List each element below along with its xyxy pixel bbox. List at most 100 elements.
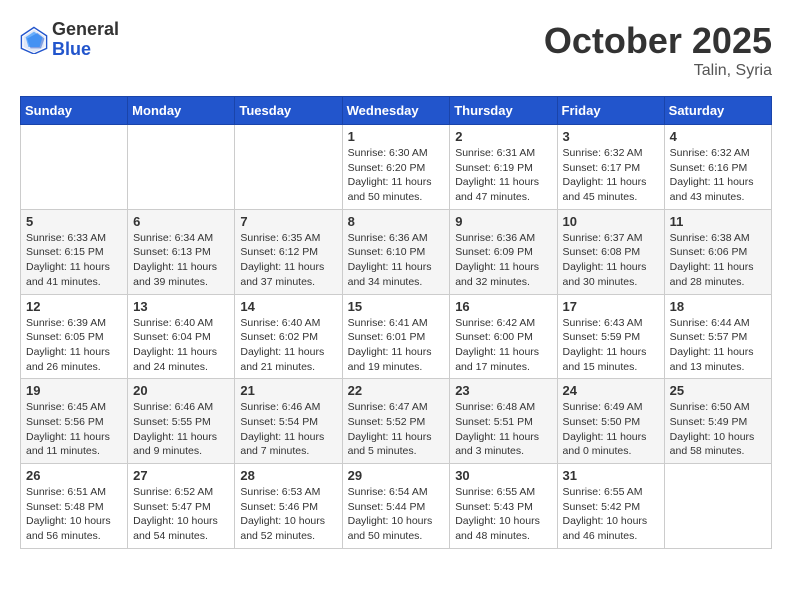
location: Talin, Syria (544, 62, 772, 80)
calendar-cell: 4 Sunrise: 6:32 AMSunset: 6:16 PMDaylight… (664, 125, 771, 210)
calendar-cell (235, 125, 342, 210)
calendar-cell: 29Sunrise: 6:54 AMSunset: 5:44 PMDayligh… (342, 464, 450, 549)
calendar-cell: 7 Sunrise: 6:35 AMSunset: 6:12 PMDaylight… (235, 209, 342, 294)
day-number: 2 (455, 129, 551, 144)
day-info: Sunrise: 6:39 AMSunset: 6:05 PMDaylight:… (26, 316, 122, 375)
day-info: Sunrise: 6:37 AMSunset: 6:08 PMDaylight:… (563, 231, 659, 290)
calendar-cell (128, 125, 235, 210)
calendar-week-row: 19Sunrise: 6:45 AMSunset: 5:56 PMDayligh… (21, 379, 772, 464)
calendar-cell: 24Sunrise: 6:49 AMSunset: 5:50 PMDayligh… (557, 379, 664, 464)
day-info: Sunrise: 6:55 AMSunset: 5:42 PMDaylight:… (563, 485, 659, 544)
logo-icon (20, 26, 48, 54)
day-number: 7 (240, 214, 336, 229)
day-info: Sunrise: 6:33 AMSunset: 6:15 PMDaylight:… (26, 231, 122, 290)
calendar-cell: 15 Sunrise: 6:41 AMSunset: 6:01 PMDayligh… (342, 294, 450, 379)
weekday-header: Saturday (664, 97, 771, 125)
day-info: Sunrise: 6:44 AMSunset: 5:57 PMDaylight:… (670, 316, 766, 375)
day-info: Sunrise: 6:38 AMSunset: 6:06 PMDaylight:… (670, 231, 766, 290)
day-number: 3 (563, 129, 659, 144)
day-number: 28 (240, 468, 336, 483)
day-number: 22 (348, 383, 445, 398)
calendar-cell: 5 Sunrise: 6:33 AMSunset: 6:15 PMDaylight… (21, 209, 128, 294)
day-info: Sunrise: 6:35 AMSunset: 6:12 PMDaylight:… (240, 231, 336, 290)
day-info: Sunrise: 6:46 AMSunset: 5:54 PMDaylight:… (240, 400, 336, 459)
calendar-cell: 1 Sunrise: 6:30 AMSunset: 6:20 PMDaylight… (342, 125, 450, 210)
calendar-cell (21, 125, 128, 210)
day-number: 16 (455, 299, 551, 314)
day-number: 9 (455, 214, 551, 229)
day-number: 13 (133, 299, 229, 314)
day-number: 18 (670, 299, 766, 314)
day-info: Sunrise: 6:51 AMSunset: 5:48 PMDaylight:… (26, 485, 122, 544)
calendar-cell: 16 Sunrise: 6:42 AMSunset: 6:00 PMDayligh… (450, 294, 557, 379)
calendar-cell: 26 Sunrise: 6:51 AMSunset: 5:48 PMDayligh… (21, 464, 128, 549)
logo-text: General Blue (52, 20, 119, 60)
day-info: Sunrise: 6:54 AMSunset: 5:44 PMDaylight:… (348, 485, 445, 544)
header: General Blue October 2025 Talin, Syria (20, 20, 772, 80)
day-info: Sunrise: 6:40 AMSunset: 6:02 PMDaylight:… (240, 316, 336, 375)
calendar-cell: 18 Sunrise: 6:44 AMSunset: 5:57 PMDayligh… (664, 294, 771, 379)
logo-general: General (52, 20, 119, 40)
day-number: 5 (26, 214, 122, 229)
day-number: 4 (670, 129, 766, 144)
calendar-week-row: 12 Sunrise: 6:39 AMSunset: 6:05 PMDayligh… (21, 294, 772, 379)
calendar-cell (664, 464, 771, 549)
calendar-table: SundayMondayTuesdayWednesdayThursdayFrid… (20, 96, 772, 549)
day-info: Sunrise: 6:36 AMSunset: 6:09 PMDaylight:… (455, 231, 551, 290)
day-info: Sunrise: 6:53 AMSunset: 5:46 PMDaylight:… (240, 485, 336, 544)
weekday-header: Sunday (21, 97, 128, 125)
day-number: 6 (133, 214, 229, 229)
day-info: Sunrise: 6:42 AMSunset: 6:00 PMDaylight:… (455, 316, 551, 375)
calendar-cell: 10Sunrise: 6:37 AMSunset: 6:08 PMDayligh… (557, 209, 664, 294)
calendar-week-row: 26 Sunrise: 6:51 AMSunset: 5:48 PMDayligh… (21, 464, 772, 549)
day-number: 25 (670, 383, 766, 398)
calendar-cell: 20 Sunrise: 6:46 AMSunset: 5:55 PMDayligh… (128, 379, 235, 464)
weekday-header-row: SundayMondayTuesdayWednesdayThursdayFrid… (21, 97, 772, 125)
calendar-cell: 12 Sunrise: 6:39 AMSunset: 6:05 PMDayligh… (21, 294, 128, 379)
weekday-header: Wednesday (342, 97, 450, 125)
day-info: Sunrise: 6:43 AMSunset: 5:59 PMDaylight:… (563, 316, 659, 375)
weekday-header: Thursday (450, 97, 557, 125)
day-number: 15 (348, 299, 445, 314)
day-info: Sunrise: 6:36 AMSunset: 6:10 PMDaylight:… (348, 231, 445, 290)
calendar-cell: 9 Sunrise: 6:36 AMSunset: 6:09 PMDaylight… (450, 209, 557, 294)
calendar-cell: 2Sunrise: 6:31 AMSunset: 6:19 PMDaylight… (450, 125, 557, 210)
weekday-header: Tuesday (235, 97, 342, 125)
logo: General Blue (20, 20, 119, 60)
calendar-cell: 14Sunrise: 6:40 AMSunset: 6:02 PMDayligh… (235, 294, 342, 379)
title-block: October 2025 Talin, Syria (544, 20, 772, 80)
day-info: Sunrise: 6:52 AMSunset: 5:47 PMDaylight:… (133, 485, 229, 544)
calendar-cell: 31Sunrise: 6:55 AMSunset: 5:42 PMDayligh… (557, 464, 664, 549)
day-number: 11 (670, 214, 766, 229)
weekday-header: Friday (557, 97, 664, 125)
day-number: 12 (26, 299, 122, 314)
calendar-cell: 6Sunrise: 6:34 AMSunset: 6:13 PMDaylight… (128, 209, 235, 294)
day-number: 23 (455, 383, 551, 398)
day-info: Sunrise: 6:32 AMSunset: 6:16 PMDaylight:… (670, 146, 766, 205)
day-info: Sunrise: 6:46 AMSunset: 5:55 PMDaylight:… (133, 400, 229, 459)
day-number: 21 (240, 383, 336, 398)
calendar-cell: 17Sunrise: 6:43 AMSunset: 5:59 PMDayligh… (557, 294, 664, 379)
weekday-header: Monday (128, 97, 235, 125)
calendar-cell: 30 Sunrise: 6:55 AMSunset: 5:43 PMDayligh… (450, 464, 557, 549)
calendar-cell: 25 Sunrise: 6:50 AMSunset: 5:49 PMDayligh… (664, 379, 771, 464)
day-info: Sunrise: 6:55 AMSunset: 5:43 PMDaylight:… (455, 485, 551, 544)
day-info: Sunrise: 6:40 AMSunset: 6:04 PMDaylight:… (133, 316, 229, 375)
day-info: Sunrise: 6:50 AMSunset: 5:49 PMDaylight:… (670, 400, 766, 459)
day-number: 8 (348, 214, 445, 229)
day-number: 30 (455, 468, 551, 483)
calendar-week-row: 5 Sunrise: 6:33 AMSunset: 6:15 PMDaylight… (21, 209, 772, 294)
day-info: Sunrise: 6:41 AMSunset: 6:01 PMDaylight:… (348, 316, 445, 375)
calendar-cell: 28 Sunrise: 6:53 AMSunset: 5:46 PMDayligh… (235, 464, 342, 549)
day-number: 19 (26, 383, 122, 398)
day-number: 20 (133, 383, 229, 398)
day-info: Sunrise: 6:32 AMSunset: 6:17 PMDaylight:… (563, 146, 659, 205)
logo-blue: Blue (52, 40, 119, 60)
day-number: 1 (348, 129, 445, 144)
day-info: Sunrise: 6:47 AMSunset: 5:52 PMDaylight:… (348, 400, 445, 459)
day-info: Sunrise: 6:30 AMSunset: 6:20 PMDaylight:… (348, 146, 445, 205)
calendar-cell: 8 Sunrise: 6:36 AMSunset: 6:10 PMDaylight… (342, 209, 450, 294)
calendar-cell: 23Sunrise: 6:48 AMSunset: 5:51 PMDayligh… (450, 379, 557, 464)
day-number: 26 (26, 468, 122, 483)
calendar-cell: 27Sunrise: 6:52 AMSunset: 5:47 PMDayligh… (128, 464, 235, 549)
